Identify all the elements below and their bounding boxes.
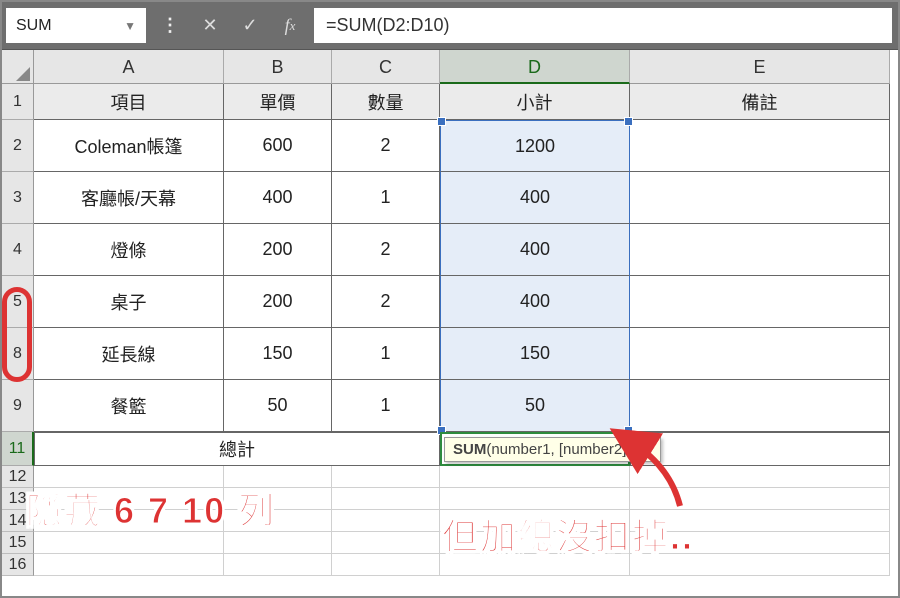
name-box-text: SUM bbox=[16, 17, 52, 35]
cell-D3[interactable]: 400 bbox=[440, 172, 630, 224]
cell-C9[interactable]: 1 bbox=[332, 380, 440, 432]
cell-E1[interactable]: 備註 bbox=[630, 84, 890, 120]
cell-B2[interactable]: 600 bbox=[224, 120, 332, 172]
col-header-A[interactable]: A bbox=[34, 50, 224, 84]
tooltip-fn: SUM bbox=[453, 441, 486, 458]
row-header-16[interactable]: 16 bbox=[2, 554, 34, 576]
col-header-E[interactable]: E bbox=[630, 50, 890, 84]
cell-C16[interactable] bbox=[332, 554, 440, 576]
cell-E4[interactable] bbox=[630, 224, 890, 276]
formula-text: =SUM(D2:D10) bbox=[326, 15, 450, 36]
dropdown-icon[interactable]: ▼ bbox=[124, 19, 136, 33]
cell-E5[interactable] bbox=[630, 276, 890, 328]
cell-D4[interactable]: 400 bbox=[440, 224, 630, 276]
accept-icon[interactable]: ✓ bbox=[230, 2, 270, 49]
cell-C15[interactable] bbox=[332, 532, 440, 554]
cell-B9[interactable]: 50 bbox=[224, 380, 332, 432]
row-header-9[interactable]: 9 bbox=[2, 380, 34, 432]
cell-B5[interactable]: 200 bbox=[224, 276, 332, 328]
cell-D13[interactable] bbox=[440, 488, 630, 510]
cell-D12[interactable] bbox=[440, 466, 630, 488]
cell-E8[interactable] bbox=[630, 328, 890, 380]
cell-C3[interactable]: 1 bbox=[332, 172, 440, 224]
cell-E3[interactable] bbox=[630, 172, 890, 224]
col-header-C[interactable]: C bbox=[332, 50, 440, 84]
cell-total-label[interactable]: 總計 bbox=[34, 432, 440, 466]
cell-E2[interactable] bbox=[630, 120, 890, 172]
cell-C12[interactable] bbox=[332, 466, 440, 488]
row-header-4[interactable]: 4 bbox=[2, 224, 34, 276]
cell-D9[interactable]: 50 bbox=[440, 380, 630, 432]
cell-C5[interactable]: 2 bbox=[332, 276, 440, 328]
annotation-arrow bbox=[620, 436, 690, 516]
cell-B8[interactable]: 150 bbox=[224, 328, 332, 380]
cell-A5[interactable]: 桌子 bbox=[34, 276, 224, 328]
more-icon[interactable]: ⋮ bbox=[150, 2, 190, 49]
cell-D5[interactable]: 400 bbox=[440, 276, 630, 328]
cell-C1[interactable]: 數量 bbox=[332, 84, 440, 120]
cell-B4[interactable]: 200 bbox=[224, 224, 332, 276]
row-header-15[interactable]: 15 bbox=[2, 532, 34, 554]
cell-A8[interactable]: 延長線 bbox=[34, 328, 224, 380]
annotation-ring-hidden-rows bbox=[2, 287, 32, 382]
col-header-B[interactable]: B bbox=[224, 50, 332, 84]
cell-E9[interactable] bbox=[630, 380, 890, 432]
row-header-3[interactable]: 3 bbox=[2, 172, 34, 224]
cell-C13[interactable] bbox=[332, 488, 440, 510]
cell-A3[interactable]: 客廳帳/天幕 bbox=[34, 172, 224, 224]
cell-C8[interactable]: 1 bbox=[332, 328, 440, 380]
cell-D2[interactable]: 1200 bbox=[440, 120, 630, 172]
cancel-icon[interactable]: ✕ bbox=[190, 2, 230, 49]
cell-B1[interactable]: 單價 bbox=[224, 84, 332, 120]
cell-B3[interactable]: 400 bbox=[224, 172, 332, 224]
cell-A2[interactable]: Coleman帳篷 bbox=[34, 120, 224, 172]
cell-B15[interactable] bbox=[224, 532, 332, 554]
cell-A15[interactable] bbox=[34, 532, 224, 554]
row-header-2[interactable]: 2 bbox=[2, 120, 34, 172]
cell-D1[interactable]: 小計 bbox=[440, 84, 630, 120]
cell-B16[interactable] bbox=[224, 554, 332, 576]
col-header-D[interactable]: D bbox=[440, 50, 630, 84]
select-all-corner[interactable] bbox=[2, 50, 34, 84]
cell-A1[interactable]: 項目 bbox=[34, 84, 224, 120]
formula-input[interactable]: =SUM(D2:D10) bbox=[314, 8, 892, 43]
cell-C14[interactable] bbox=[332, 510, 440, 532]
callout-hidden-rows: 隱藏 6 7 10 列 bbox=[26, 482, 276, 534]
cell-A4[interactable]: 燈條 bbox=[34, 224, 224, 276]
cell-A16[interactable] bbox=[34, 554, 224, 576]
cell-C2[interactable]: 2 bbox=[332, 120, 440, 172]
cell-A9[interactable]: 餐籃 bbox=[34, 380, 224, 432]
row-header-1[interactable]: 1 bbox=[2, 84, 34, 120]
row-header-11[interactable]: 11 bbox=[2, 432, 34, 466]
fx-icon[interactable]: fx bbox=[270, 2, 310, 49]
formula-bar: SUM ▼ ⋮ ✕ ✓ fx =SUM(D2:D10) bbox=[2, 2, 898, 50]
cell-D8[interactable]: 150 bbox=[440, 328, 630, 380]
cell-C4[interactable]: 2 bbox=[332, 224, 440, 276]
name-box[interactable]: SUM ▼ bbox=[6, 8, 146, 43]
